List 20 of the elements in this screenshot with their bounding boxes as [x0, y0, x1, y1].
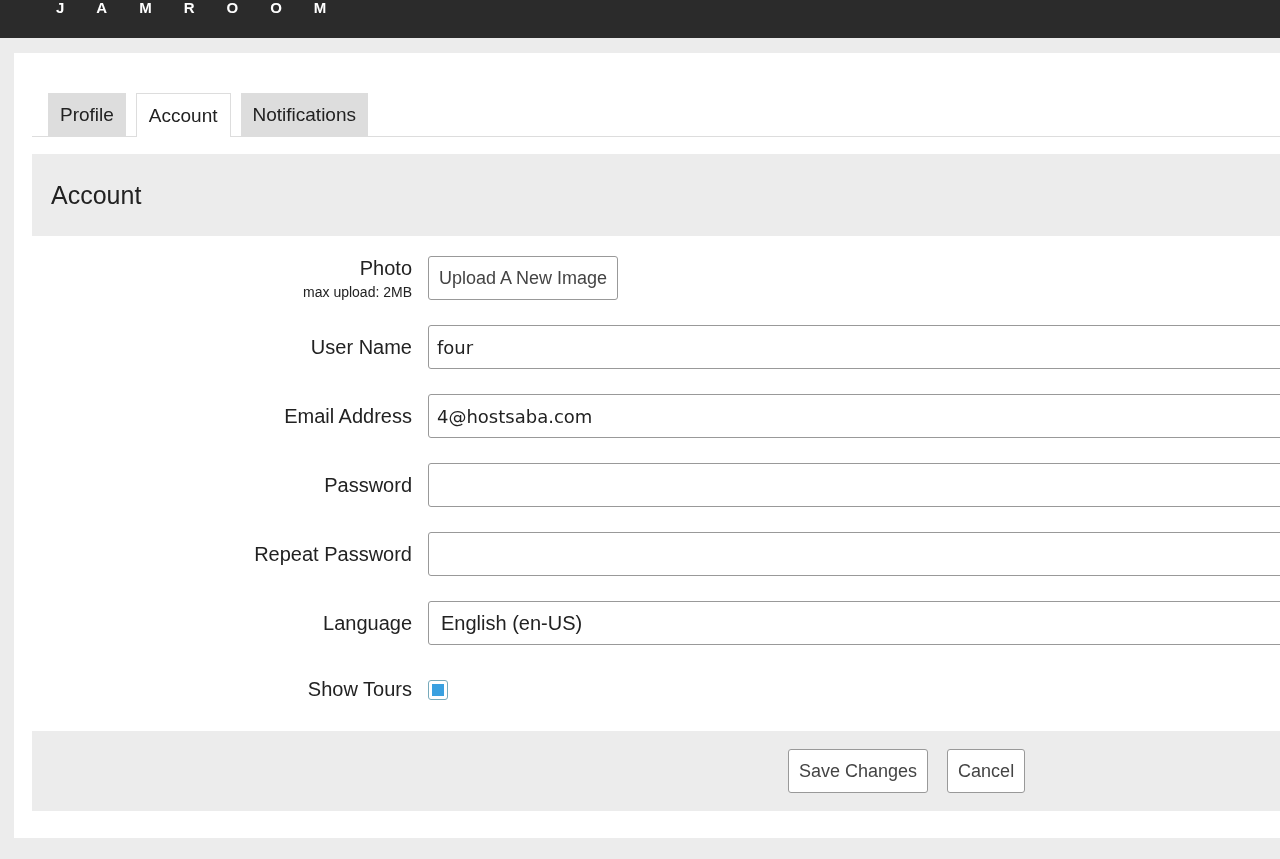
section-title: Account — [51, 180, 142, 210]
input-field[interactable]: four — [428, 325, 1280, 369]
field-label: Repeat Password — [254, 542, 412, 566]
field-label: Password — [324, 473, 412, 497]
save-button[interactable]: Save Changes — [788, 749, 929, 793]
tab[interactable]: Notifications — [240, 93, 368, 136]
field-label: Email Address — [284, 404, 412, 428]
field-label: Photo — [359, 256, 412, 280]
upload-button[interactable]: Upload A New Image — [428, 256, 619, 300]
field-label: Language — [323, 611, 412, 635]
field-label: Show Tours — [307, 678, 412, 701]
language-select[interactable]: English (en-US) — [428, 601, 1280, 645]
tab[interactable]: Account — [135, 93, 231, 137]
cancel-button[interactable]: Cancel — [947, 749, 1026, 793]
input-field[interactable]: 4@hostsaba.com — [428, 394, 1280, 438]
field-hint: max upload: 2MB — [303, 283, 412, 300]
field-label: User Name — [310, 335, 412, 359]
tab[interactable]: Profile — [48, 93, 126, 136]
logo-text[interactable]: JAMROOM — [56, 0, 359, 18]
checkbox[interactable] — [428, 679, 448, 700]
